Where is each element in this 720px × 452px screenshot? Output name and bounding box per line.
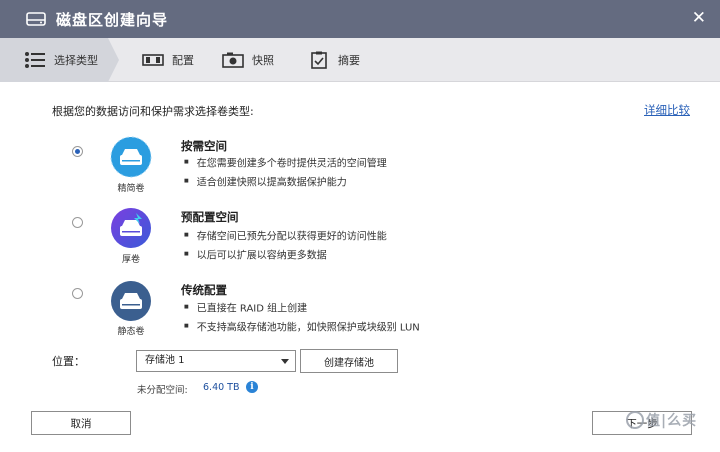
step-summary: 摘要 [308, 38, 360, 82]
static-volume-bullets: 已直接在 RAID 组上创建 不支持高级存储池功能，如快照保护或块级别 LUN [184, 299, 420, 337]
create-pool-button[interactable]: 创建存储池 [300, 349, 398, 373]
window-title: 磁盘区创建向导 [56, 10, 169, 29]
static-volume-caption: 静态卷 [117, 327, 145, 337]
static-volume-title: 传统配置 [181, 283, 227, 297]
cancel-button[interactable]: 取消 [31, 411, 131, 435]
thick-volume-radio[interactable] [72, 217, 83, 228]
volume-config-icon [142, 51, 164, 69]
step-label: 快照 [252, 54, 274, 67]
option-static-volume[interactable]: 静态卷 传统配置 已直接在 RAID 组上创建 不支持高级存储池功能，如快照保护… [0, 280, 720, 350]
title-bar: 磁盘区创建向导 ✕ [0, 0, 720, 38]
thin-volume-radio[interactable] [72, 146, 83, 157]
selection-prompt: 根据您的数据访问和保护需求选择卷类型: [52, 105, 254, 118]
unallocated-space-value: 6.40 TB [203, 382, 240, 393]
selected-pool-value: 存储池 1 [145, 355, 185, 366]
step-config: 配置 [142, 38, 194, 82]
clipboard-icon [308, 51, 330, 69]
info-icon[interactable]: i [246, 381, 258, 393]
detailed-compare-link[interactable]: 详细比较 [644, 102, 690, 118]
thin-volume-icon [110, 136, 152, 178]
step-snapshot: 快照 [222, 38, 274, 82]
step-label: 选择类型 [54, 54, 98, 67]
list-item: 不支持高级存储池功能，如快照保护或块级别 LUN [184, 318, 420, 337]
list-item: 在您需要创建多个卷时提供灵活的空间管理 [184, 154, 387, 173]
chevron-down-icon [281, 359, 289, 364]
wizard-steps: 选择类型 配置 快照 摘要 [0, 38, 720, 82]
unallocated-space-label: 未分配空间: [137, 385, 188, 396]
list-item: 已直接在 RAID 组上创建 [184, 299, 420, 318]
list-item: 以后可以扩展以容纳更多数据 [184, 246, 387, 265]
list-item: 存储空间已预先分配以获得更好的访问性能 [184, 227, 387, 246]
watermark-logo: 值|么买 [626, 406, 706, 434]
option-thick-volume[interactable]: 厚卷 预配置空间 存储空间已预先分配以获得更好的访问性能 以后可以扩展以容纳更多… [0, 207, 720, 277]
thin-volume-caption: 精简卷 [117, 184, 145, 194]
thick-volume-bullets: 存储空间已预先分配以获得更好的访问性能 以后可以扩展以容纳更多数据 [184, 227, 387, 265]
watermark-text: 值|么买 [646, 413, 698, 429]
static-volume-icon [110, 280, 152, 322]
watermark-icon [626, 411, 644, 429]
step-label: 配置 [172, 54, 194, 67]
thin-volume-title: 按需空间 [181, 139, 227, 153]
list-item: 适合创建快照以提高数据保护能力 [184, 173, 387, 192]
thin-volume-bullets: 在您需要创建多个卷时提供灵活的空间管理 适合创建快照以提高数据保护能力 [184, 154, 387, 192]
thick-volume-caption: 厚卷 [121, 255, 140, 265]
static-volume-radio[interactable] [72, 288, 83, 299]
step-label: 摘要 [338, 54, 360, 67]
list-icon [24, 51, 46, 69]
close-icon[interactable]: ✕ [692, 8, 706, 28]
location-label: 位置： [52, 355, 85, 368]
step-select-type: 选择类型 [0, 38, 119, 82]
option-thin-volume[interactable]: 精简卷 按需空间 在您需要创建多个卷时提供灵活的空间管理 适合创建快照以提高数据… [0, 136, 720, 206]
thick-volume-title: 预配置空间 [181, 210, 239, 224]
disk-icon [26, 12, 46, 26]
storage-pool-select[interactable]: 存储池 1 [136, 350, 296, 372]
thick-volume-icon [110, 207, 152, 249]
camera-icon [222, 51, 244, 69]
